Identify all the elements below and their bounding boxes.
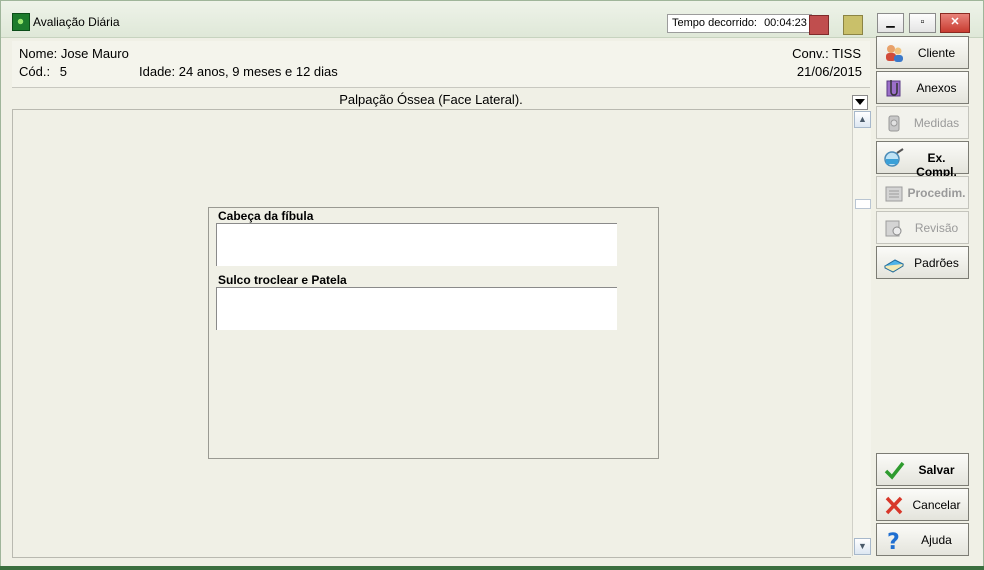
- age-label: Idade:: [139, 64, 176, 79]
- patient-age: Idade: 24 anos, 9 meses e 12 dias: [139, 64, 338, 79]
- age-value: 24 anos, 9 meses e 12 dias: [178, 64, 338, 79]
- salvar-label: Salvar: [918, 463, 955, 477]
- cancelar-button[interactable]: Cancelar: [876, 488, 969, 521]
- people-icon: [886, 45, 903, 62]
- window-title: Avaliação Diária: [33, 15, 120, 29]
- patient-name: Nome: Jose Mauro: [19, 46, 129, 61]
- pause-timer-button[interactable]: [843, 15, 863, 35]
- procedim-button[interactable]: Procedim.: [876, 176, 969, 209]
- padroes-label: Padrões: [914, 256, 959, 270]
- close-button[interactable]: ✕: [940, 13, 970, 33]
- revisao-button[interactable]: Revisão: [876, 211, 969, 244]
- minimize-button[interactable]: ▁: [877, 13, 904, 33]
- conv-value: TISS: [832, 46, 861, 61]
- timer-value: 00:04:23: [764, 17, 807, 29]
- vertical-scrollbar[interactable]: ▲ ▼: [852, 110, 871, 556]
- palpation-field-group: Cabeça da fíbula Sulco troclear e Patela: [208, 207, 659, 459]
- name-label: Nome:: [19, 46, 58, 61]
- app-icon: [12, 13, 30, 31]
- scroll-up-icon[interactable]: ▲: [854, 111, 871, 128]
- attachment-icon: [886, 80, 901, 97]
- cliente-label: Cliente: [917, 46, 956, 60]
- medidas-label: Medidas: [913, 116, 960, 130]
- svg-text:?: ?: [887, 530, 900, 551]
- ex-compl-label: Ex. Compl.: [916, 151, 957, 179]
- section-title: Palpação Óssea (Face Lateral).: [339, 92, 523, 107]
- x-icon: [885, 496, 903, 515]
- evaluation-date: 21/06/2015: [796, 64, 862, 79]
- desktop-strip: [0, 566, 984, 570]
- stop-timer-button[interactable]: [809, 15, 829, 35]
- checkmark-icon: [884, 461, 905, 480]
- ajuda-button[interactable]: ? Ajuda: [876, 523, 969, 556]
- fibula-input[interactable]: [216, 223, 617, 266]
- field-label-fibula: Cabeça da fíbula: [218, 209, 314, 223]
- timer-label: Tempo decorrido:: [672, 17, 757, 29]
- patient-insurance: Conv.: TISS: [792, 46, 861, 61]
- scroll-down-icon[interactable]: ▼: [854, 538, 871, 555]
- measure-icon: [888, 115, 900, 132]
- form-content-area: Cabeça da fíbula Sulco troclear e Patela: [12, 109, 851, 558]
- cod-value: 5: [59, 64, 67, 79]
- title-bar: Avaliação Diária Tempo decorrido: 00:04:…: [1, 1, 983, 38]
- scroll-thumb[interactable]: [855, 199, 871, 209]
- revisao-label: Revisão: [914, 221, 959, 235]
- ex-compl-button[interactable]: Ex. Compl.: [876, 141, 969, 179]
- salvar-button[interactable]: Salvar: [876, 453, 969, 486]
- maximize-button[interactable]: ▫: [909, 13, 936, 33]
- padroes-button[interactable]: Padrões: [876, 246, 969, 279]
- book-icon: [883, 259, 905, 273]
- patient-header: Nome: Jose Mauro Cód.: 5 Idade: 24 anos,…: [12, 41, 870, 88]
- review-icon: [885, 220, 902, 237]
- cliente-button[interactable]: Cliente: [876, 36, 969, 69]
- magnifier-icon: [884, 148, 904, 167]
- sulco-input[interactable]: [216, 287, 617, 330]
- question-icon: ?: [887, 530, 900, 551]
- anexos-button[interactable]: Anexos: [876, 71, 969, 104]
- elapsed-timer: Tempo decorrido: 00:04:23: [667, 14, 812, 33]
- section-dropdown-icon[interactable]: [852, 95, 868, 110]
- ajuda-label: Ajuda: [921, 533, 952, 547]
- procedure-icon: [885, 186, 903, 202]
- conv-label: Conv.:: [792, 46, 829, 61]
- anexos-label: Anexos: [916, 81, 957, 95]
- field-label-sulco: Sulco troclear e Patela: [218, 273, 347, 287]
- cancelar-label: Cancelar: [912, 498, 961, 512]
- name-value: Jose Mauro: [60, 46, 129, 61]
- medidas-button[interactable]: Medidas: [876, 106, 969, 139]
- procedim-label: Procedim.: [907, 186, 966, 200]
- cod-label: Cód.:: [19, 64, 51, 79]
- patient-code: Cód.: 5: [19, 64, 67, 79]
- evaluation-window: Avaliação Diária Tempo decorrido: 00:04:…: [0, 0, 984, 570]
